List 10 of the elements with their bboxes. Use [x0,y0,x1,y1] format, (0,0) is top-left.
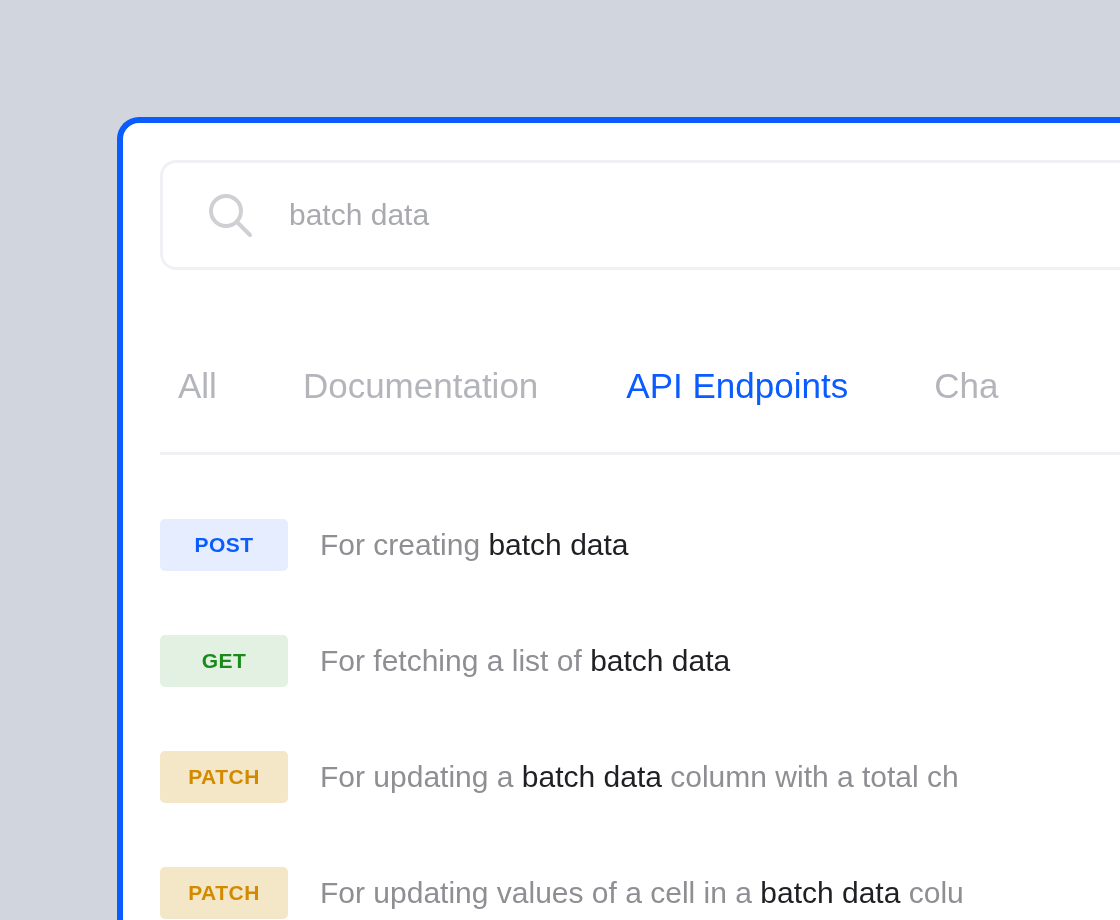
result-description[interactable]: For creating batch data [320,528,629,562]
tab[interactable]: API Endpoints [626,366,849,406]
method-badge: POST [160,519,288,571]
result-description[interactable]: For fetching a list of batch data [320,644,731,678]
result-description[interactable]: For updating a batch data column with a total ch [320,760,959,794]
method-badge: PATCH [160,751,288,803]
search-icon [207,192,253,238]
method-badge: PATCH [160,867,288,919]
result-description[interactable]: For updating values of a cell in a batch data colu [320,876,964,910]
method-badge: GET [160,635,288,687]
